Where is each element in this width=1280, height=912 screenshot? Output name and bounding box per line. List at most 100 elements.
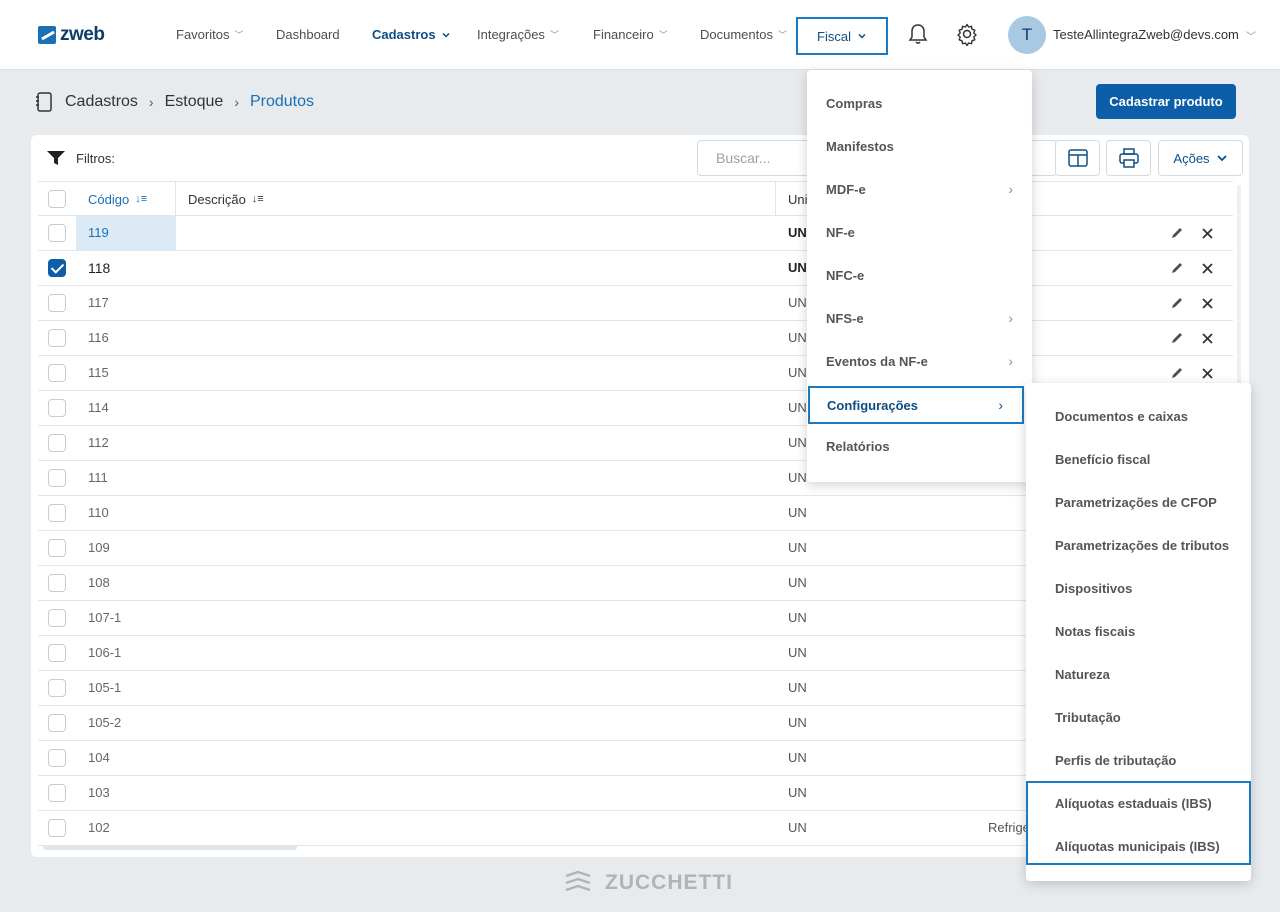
nav-integracoes[interactable]: Integrações ﹀ — [477, 27, 559, 42]
user-avatar[interactable]: T — [1008, 16, 1046, 54]
row-checkbox[interactable] — [48, 434, 66, 452]
row-checkbox[interactable] — [48, 819, 66, 837]
fiscal-menu-item[interactable]: NF-e — [807, 214, 1032, 250]
fiscal-menu-item[interactable]: NFS-e › — [807, 300, 1032, 336]
nav-financeiro[interactable]: Financeiro ﹀ — [593, 27, 668, 42]
cell-unidade: UN — [788, 435, 807, 450]
row-checkbox[interactable] — [48, 679, 66, 697]
fiscal-menu-item[interactable]: Relatórios — [807, 428, 1032, 464]
configuracoes-submenu-item[interactable]: Documentos e caixas — [1055, 409, 1188, 424]
nav-dashboard[interactable]: Dashboard — [276, 27, 340, 42]
configuracoes-submenu-item[interactable]: Perfis de tributação — [1055, 753, 1176, 768]
configuracoes-submenu-item[interactable]: Benefício fiscal — [1055, 452, 1150, 467]
configuracoes-submenu-item[interactable]: Parametrizações de CFOP — [1055, 495, 1217, 510]
configuracoes-submenu-item[interactable]: Notas fiscais — [1055, 624, 1135, 639]
row-checkbox[interactable] — [48, 259, 66, 277]
edit-pencil-icon[interactable] — [1170, 296, 1184, 310]
configuracoes-submenu-item[interactable]: Parametrizações de tributos — [1055, 538, 1229, 553]
row-checkbox[interactable] — [48, 399, 66, 417]
delete-close-icon[interactable] — [1202, 367, 1213, 379]
cell-extra: Refrige — [988, 820, 1030, 835]
settings-gear-icon[interactable] — [955, 22, 979, 46]
nav-documentos-label: Documentos — [700, 27, 773, 42]
row-checkbox[interactable] — [48, 609, 66, 627]
cell-unidade: UN — [788, 575, 807, 590]
row-checkbox[interactable] — [48, 469, 66, 487]
configuracoes-submenu-item[interactable]: Dispositivos — [1055, 581, 1132, 596]
table-row[interactable]: 116 UN — [38, 321, 1233, 356]
delete-close-icon[interactable] — [1202, 262, 1213, 274]
cadastrar-produto-button[interactable]: Cadastrar produto — [1096, 84, 1236, 119]
cell-codigo: 107-1 — [88, 610, 122, 625]
table-row[interactable]: 119 UN — [38, 216, 1233, 251]
nav-cadastros[interactable]: Cadastros — [372, 27, 451, 42]
fiscal-menu-item[interactable]: Manifestos — [807, 128, 1032, 164]
row-checkbox[interactable] — [48, 504, 66, 522]
row-checkbox[interactable] — [48, 329, 66, 347]
row-actions — [1170, 366, 1213, 380]
cell-codigo: 105-2 — [88, 715, 122, 730]
filter-icon — [47, 151, 65, 165]
edit-pencil-icon[interactable] — [1170, 261, 1184, 275]
user-email[interactable]: TesteAllintegraZweb@devs.com — [1053, 27, 1239, 42]
zweb-logo[interactable]: zweb — [38, 24, 105, 46]
row-checkbox[interactable] — [48, 714, 66, 732]
edit-pencil-icon[interactable] — [1170, 366, 1184, 380]
table-row[interactable]: 118 UN — [38, 251, 1233, 286]
delete-close-icon[interactable] — [1202, 227, 1213, 239]
fiscal-menu-item[interactable]: NFC-e — [807, 257, 1032, 293]
row-checkbox[interactable] — [48, 784, 66, 802]
table-row[interactable]: 117 UN — [38, 286, 1233, 321]
column-header-codigo[interactable]: Código ↓≡ — [76, 182, 176, 216]
row-checkbox[interactable] — [48, 364, 66, 382]
row-checkbox[interactable] — [48, 574, 66, 592]
print-button[interactable] — [1106, 140, 1151, 176]
edit-pencil-icon[interactable] — [1170, 226, 1184, 240]
row-checkbox[interactable] — [48, 749, 66, 767]
configuracoes-submenu-item[interactable]: Tributação — [1055, 710, 1121, 725]
cell-unidade: UN — [788, 750, 807, 765]
cell-codigo: 114 — [88, 400, 109, 415]
column-header-unidade[interactable]: Uni — [776, 182, 808, 216]
fiscal-menu-item[interactable]: MDF-e › — [807, 171, 1032, 207]
nav-favoritos-label: Favoritos — [176, 27, 230, 42]
row-checkbox[interactable] — [48, 224, 66, 242]
select-all-checkbox[interactable] — [48, 190, 66, 208]
chevron-right-icon: › — [1008, 310, 1013, 326]
configuracoes-submenu-item[interactable]: Natureza — [1055, 667, 1110, 682]
breadcrumb-cadastros[interactable]: Cadastros — [65, 93, 138, 111]
cell-codigo: 104 — [88, 750, 110, 765]
filters[interactable]: Filtros: — [46, 150, 115, 166]
nav-documentos[interactable]: Documentos ﹀ — [700, 27, 787, 42]
cell-codigo: 103 — [88, 785, 110, 800]
horizontal-scrollbar[interactable] — [43, 845, 297, 850]
fiscal-menu-item[interactable]: Configurações › — [808, 386, 1024, 424]
cell-codigo: 106-1 — [88, 645, 122, 660]
configuracoes-submenu-item[interactable]: Alíquotas estaduais (IBS) — [1055, 796, 1212, 811]
nav-fiscal[interactable]: Fiscal — [796, 17, 888, 55]
row-checkbox[interactable] — [48, 294, 66, 312]
chevron-down-icon[interactable]: ﹀ — [1246, 28, 1256, 43]
fiscal-menu-item[interactable]: Compras — [807, 85, 1032, 121]
fiscal-menu-item[interactable]: Eventos da NF-e › — [807, 343, 1032, 379]
delete-close-icon[interactable] — [1202, 332, 1213, 344]
nav-favoritos[interactable]: Favoritos ﹀ — [176, 27, 243, 42]
notifications-bell-icon[interactable] — [906, 22, 930, 46]
cell-unidade: UN — [788, 470, 807, 485]
edit-pencil-icon[interactable] — [1170, 331, 1184, 345]
acoes-dropdown-button[interactable]: Ações — [1158, 140, 1243, 176]
top-navigation-bar: zweb Favoritos ﹀ Dashboard Cadastros Int… — [0, 0, 1280, 70]
column-header-descricao[interactable]: Descrição ↓≡ — [176, 182, 776, 216]
row-checkbox[interactable] — [48, 644, 66, 662]
chevron-right-icon: › — [998, 397, 1003, 413]
cell-codigo: 112 — [88, 435, 109, 450]
layout-columns-button[interactable] — [1055, 140, 1100, 176]
cell-codigo: 115 — [88, 365, 109, 380]
row-checkbox[interactable] — [48, 539, 66, 557]
fiscal-menu-item-label: NFC-e — [826, 267, 865, 283]
nav-dashboard-label: Dashboard — [276, 27, 340, 42]
configuracoes-submenu-item[interactable]: Alíquotas municipais (IBS) — [1055, 839, 1220, 854]
delete-close-icon[interactable] — [1202, 297, 1213, 309]
chevron-right-icon: › — [148, 94, 154, 110]
breadcrumb-estoque[interactable]: Estoque — [165, 93, 224, 111]
